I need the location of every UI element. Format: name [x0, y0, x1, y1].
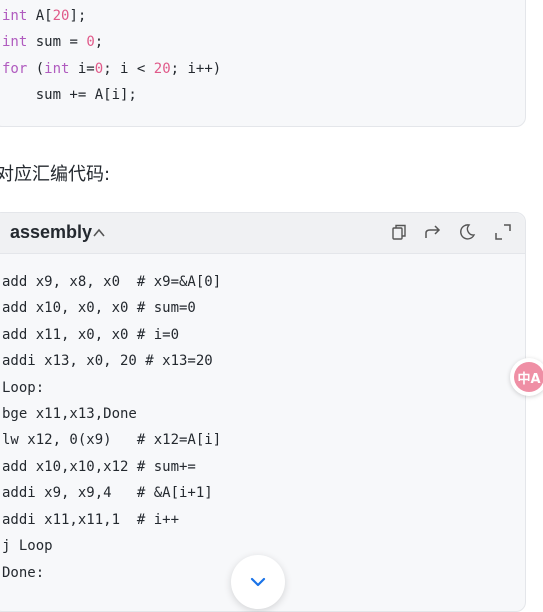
asm-line: bge x11,x13,Done [2, 406, 137, 422]
assembly-code-block: assembly add x9, x8, x0 # x9=&A[0] add x… [0, 212, 526, 612]
asm-line: add x10,x10,x12 # sum+= [2, 459, 196, 475]
asm-line: add x11, x0, x0 # i=0 [2, 327, 180, 343]
translate-button[interactable]: 中A [510, 358, 543, 396]
asm-line: addi x13, x0, 20 # x13=20 [2, 353, 213, 369]
asm-line: add x10, x0, x0 # sum=0 [2, 300, 196, 316]
chevron-down-icon [250, 577, 266, 587]
asm-line: j Loop [2, 538, 53, 554]
asm-line: add x9, x8, x0 # x9=&A[0] [2, 274, 222, 290]
share-icon[interactable] [424, 223, 442, 241]
language-label: assembly [10, 222, 93, 242]
asm-line: lw x12, 0(x9) # x12=A[i] [2, 432, 222, 448]
theme-icon[interactable] [458, 223, 476, 241]
copy-icon[interactable] [390, 223, 408, 241]
code-line-2: int sum = 0; [2, 34, 104, 50]
scroll-down-button[interactable] [231, 555, 285, 609]
expand-icon[interactable] [494, 223, 512, 241]
code-line-1: int A[20]; [2, 8, 87, 24]
section-heading: 对应汇编代码: [0, 164, 111, 185]
code-line-4: sum += A[i]; [2, 87, 137, 103]
asm-line: addi x11,x11,1 # i++ [2, 512, 180, 528]
code-line-3: for (int i=0; i < 20; i++) [2, 61, 222, 77]
c-code-block: int A[20]; int sum = 0; for (int i=0; i … [0, 0, 526, 127]
chevron-up-icon[interactable] [92, 226, 106, 240]
code-block-header: assembly [0, 213, 525, 254]
asm-line: Loop: [2, 380, 45, 396]
asm-line: addi x9, x9,4 # &A[i+1] [2, 485, 213, 501]
translate-icon: 中A [514, 362, 543, 392]
asm-line: Done: [2, 565, 45, 581]
